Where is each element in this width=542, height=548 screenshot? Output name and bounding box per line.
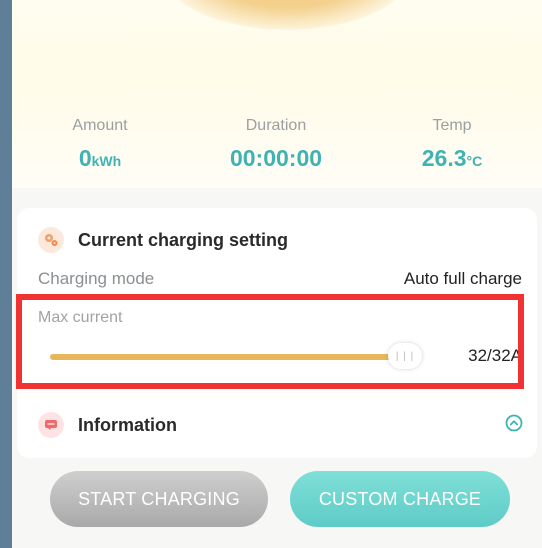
custom-charge-button[interactable]: CUSTOM CHARGE [290,471,510,527]
stat-duration-value: 00:00:00 [229,145,323,171]
stat-temp: Temp 26.3°C [364,116,540,175]
start-charging-button[interactable]: START CHARGING [50,471,268,527]
stat-temp-value: 26.3°C [364,144,540,175]
highlight-box [16,294,524,389]
charging-mode-label: Charging mode [38,269,155,288]
stat-amount: Amount 0kWh [12,116,188,175]
stat-amount-label: Amount [72,117,128,134]
charger-status-hero: Amount 0kWh Duration 00:00:00 Temp 26.3°… [12,0,542,188]
stat-duration-label: Duration [245,117,307,134]
stat-duration: Duration 00:00:00 [188,116,364,172]
stat-amount-value: 0kWh [12,144,188,175]
stat-temp-number: 26.3 [421,145,467,171]
charger-glow-graphic [162,0,412,30]
stat-temp-unit: °C [466,153,483,169]
charging-mode-value[interactable]: Auto full charge [404,269,522,289]
chevron-up-circle-icon[interactable] [505,414,523,432]
information-title: Information [78,415,177,435]
stat-amount-number: 0 [78,145,92,171]
info-card-icon [38,412,64,438]
stat-temp-label: Temp [432,117,472,134]
charging-setting-title: Current charging setting [78,230,289,250]
stat-amount-unit: kWh [91,153,122,169]
gear-icon [38,227,64,253]
app-frame: Amount 0kWh Duration 00:00:00 Temp 26.3°… [12,0,542,548]
